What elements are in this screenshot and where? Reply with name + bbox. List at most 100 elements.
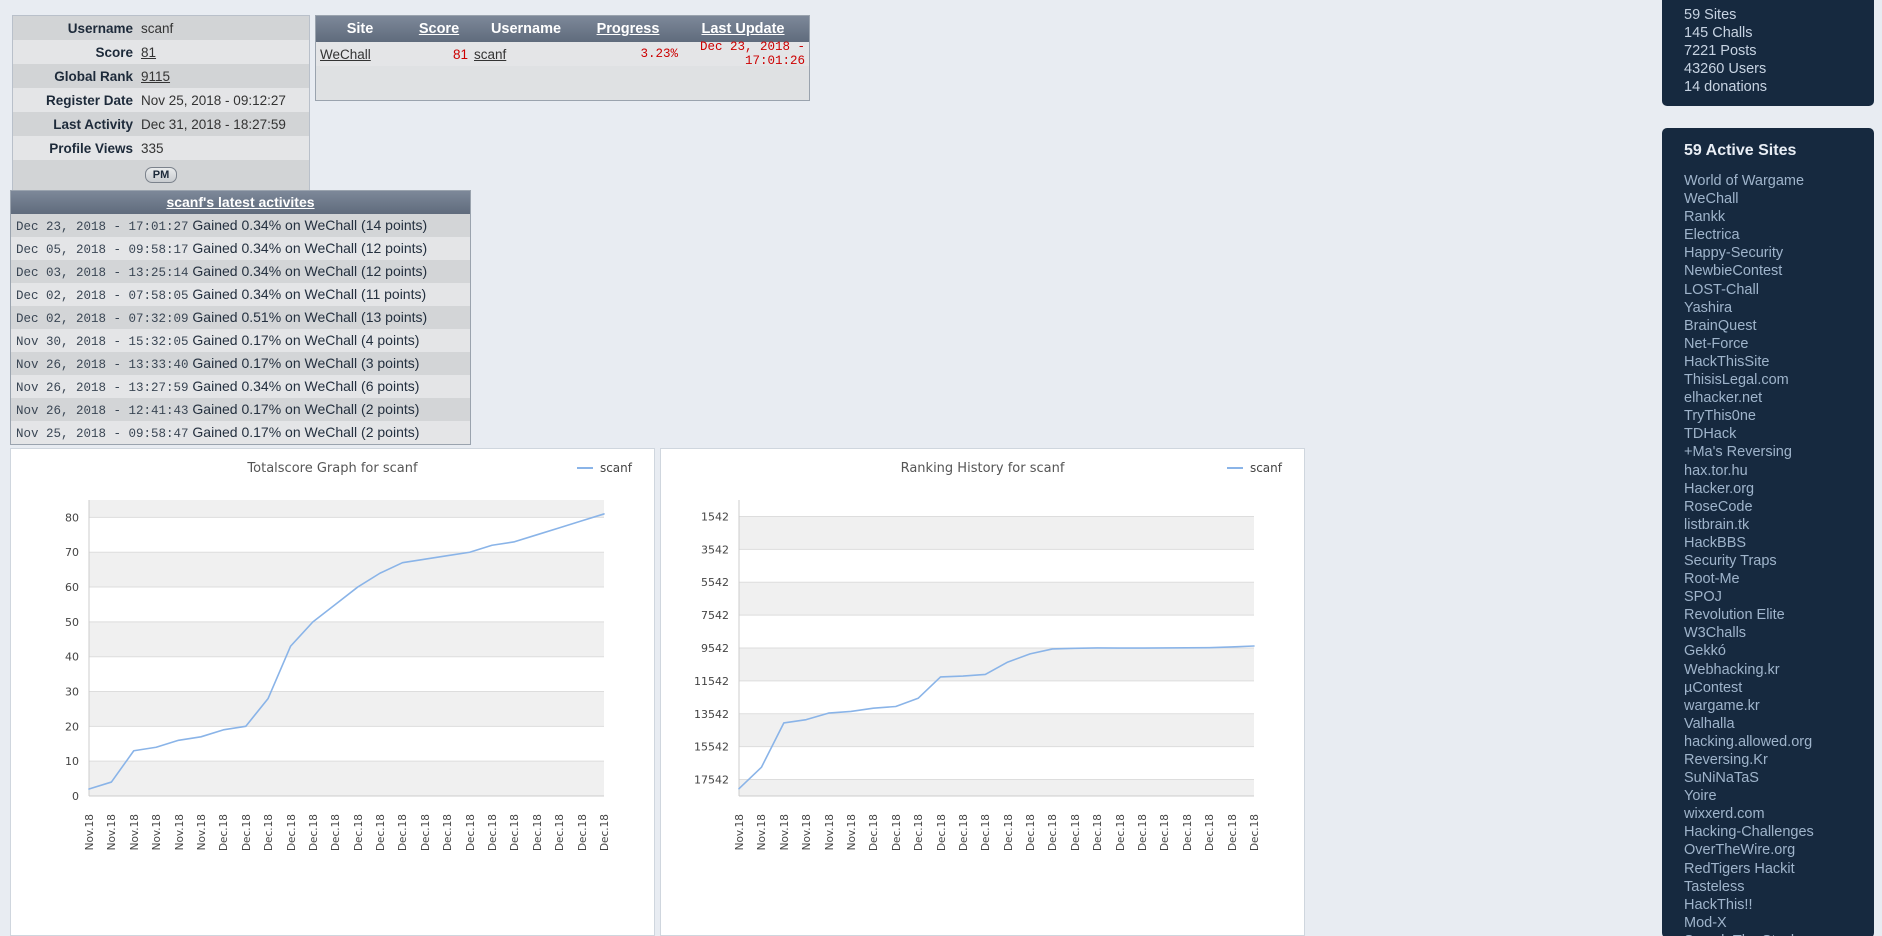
profile-info-table: Username scanf Score 81 Global Rank 9115 Regis… bbox=[12, 15, 310, 191]
sidebar-site-link[interactable]: Smash The Stack bbox=[1684, 932, 1874, 936]
sidebar-site-link[interactable]: µContest bbox=[1684, 679, 1874, 697]
sidebar-site-link[interactable]: NewbieContest bbox=[1684, 262, 1874, 280]
sidebar-site-link[interactable]: hax.tor.hu bbox=[1684, 462, 1874, 480]
sidebar-site-link[interactable]: Tasteless bbox=[1684, 878, 1874, 896]
sidebar-site-link[interactable]: Hacking-Challenges bbox=[1684, 823, 1874, 841]
x-tick-label: Dec.18 bbox=[464, 814, 477, 852]
sidebar-site-link[interactable]: OverTheWire.org bbox=[1684, 841, 1874, 859]
sidebar-site-link[interactable]: listbrain.tk bbox=[1684, 516, 1874, 534]
ranking-x-axis-labels: Nov.18 Nov.18 Nov.18 Nov.18 Nov.18 Nov.18 Dec.… bbox=[661, 812, 1304, 890]
sidebar-site-link[interactable]: wargame.kr bbox=[1684, 697, 1874, 715]
sidebar-site-link[interactable]: W3Challs bbox=[1684, 624, 1874, 642]
sidebar-site-link[interactable]: Yoire bbox=[1684, 787, 1874, 805]
profile-label: Register Date bbox=[45, 92, 133, 108]
x-tick-label: Dec.18 bbox=[487, 814, 500, 852]
cell-score: 81 bbox=[452, 46, 468, 62]
activities-title: scanf's latest activites bbox=[11, 191, 470, 214]
column-header-last-update[interactable]: Last Update bbox=[678, 21, 808, 37]
legend-line-icon bbox=[576, 467, 593, 469]
sidebar-site-link[interactable]: wixxerd.com bbox=[1684, 805, 1874, 823]
profile-row-profile-views: Profile Views 335 bbox=[13, 136, 309, 160]
cell-username[interactable]: scanf bbox=[474, 47, 578, 62]
profile-value[interactable]: 9115 bbox=[141, 69, 170, 84]
cell-site[interactable]: WeChall bbox=[316, 47, 404, 62]
activity-date: Nov 26, 2018 - 12:41:43 bbox=[16, 404, 189, 418]
svg-text:17542: 17542 bbox=[694, 774, 729, 787]
site-statistics-card: 59 Sites 145 Challs 7221 Posts 43260 Users 1… bbox=[1662, 0, 1874, 106]
activity-date: Dec 03, 2018 - 13:25:14 bbox=[16, 266, 189, 280]
x-tick-label: Dec.18 bbox=[218, 814, 231, 852]
sidebar-site-link[interactable]: Revolution Elite bbox=[1684, 606, 1874, 624]
sidebar-site-link[interactable]: HackThisSite bbox=[1684, 353, 1874, 371]
sidebar-site-link[interactable]: WeChall bbox=[1684, 190, 1874, 208]
sidebar-site-link[interactable]: SPOJ bbox=[1684, 588, 1874, 606]
x-tick-label: Nov.18 bbox=[845, 814, 858, 851]
sidebar-site-link[interactable]: Happy-Security bbox=[1684, 244, 1874, 262]
sidebar-site-link[interactable]: BrainQuest bbox=[1684, 317, 1874, 335]
column-header-username[interactable]: Username bbox=[474, 21, 578, 37]
x-tick-label: Dec.18 bbox=[980, 814, 993, 852]
sidebar-site-link[interactable]: TryThis0ne bbox=[1684, 407, 1874, 425]
sidebar-site-link[interactable]: Net-Force bbox=[1684, 335, 1874, 353]
x-tick-label: Dec.18 bbox=[1204, 814, 1217, 852]
sidebar-site-link[interactable]: elhacker.net bbox=[1684, 389, 1874, 407]
profile-row-register-date: Register Date Nov 25, 2018 - 09:12:27 bbox=[13, 88, 309, 112]
svg-text:10: 10 bbox=[65, 755, 79, 768]
x-tick-label: Dec.18 bbox=[913, 814, 926, 852]
x-tick-label: Nov.18 bbox=[151, 814, 164, 851]
x-tick-label: Dec.18 bbox=[397, 814, 410, 852]
legend-label: scanf bbox=[599, 461, 632, 475]
x-tick-label: Nov.18 bbox=[734, 814, 746, 851]
svg-text:80: 80 bbox=[65, 511, 79, 524]
profile-label: Last Activity bbox=[53, 116, 133, 132]
sidebar-site-link[interactable]: Reversing.Kr bbox=[1684, 751, 1874, 769]
sidebar-site-link[interactable]: hacking.allowed.org bbox=[1684, 733, 1874, 751]
column-header-site[interactable]: Site bbox=[316, 21, 404, 37]
sidebar-site-link[interactable]: RedTigers Hackit bbox=[1684, 860, 1874, 878]
pm-row: PM bbox=[13, 160, 309, 190]
sidebar-site-link[interactable]: HackBBS bbox=[1684, 534, 1874, 552]
sidebar-site-link[interactable]: Webhacking.kr bbox=[1684, 661, 1874, 679]
sidebar-site-link[interactable]: Rankk bbox=[1684, 208, 1874, 226]
x-tick-label: Dec.18 bbox=[1114, 814, 1127, 852]
cell-progress: 3.23% bbox=[640, 47, 678, 61]
stat-line: 14 donations bbox=[1684, 79, 1768, 95]
sidebar-site-link[interactable]: Security Traps bbox=[1684, 552, 1874, 570]
sidebar-site-link[interactable]: World of Wargame bbox=[1684, 172, 1874, 190]
activity-row: Dec 02, 2018 - 07:32:09 Gained 0.51% on … bbox=[11, 306, 470, 329]
svg-text:30: 30 bbox=[65, 686, 79, 699]
sidebar-site-link[interactable]: Root-Me bbox=[1684, 570, 1874, 588]
column-header-progress[interactable]: Progress bbox=[578, 21, 678, 37]
svg-text:0: 0 bbox=[72, 790, 79, 803]
x-tick-label: Dec.18 bbox=[1047, 814, 1060, 852]
x-tick-label: Dec.18 bbox=[285, 814, 298, 852]
x-tick-label: Dec.18 bbox=[890, 814, 903, 852]
totalscore-plot-svg: 0 10 20 30 40 50 60 70 80 bbox=[65, 500, 605, 803]
sidebar-site-link[interactable]: HackThis!! bbox=[1684, 896, 1874, 914]
sidebar-site-link[interactable]: Yashira bbox=[1684, 299, 1874, 317]
sidebar-site-link[interactable]: TDHack bbox=[1684, 425, 1874, 443]
sidebar-site-link[interactable]: Mod-X bbox=[1684, 914, 1874, 932]
x-tick-label: Dec.18 bbox=[1226, 814, 1239, 852]
totalscore-plot-area: 0 10 20 30 40 50 60 70 80 bbox=[11, 482, 654, 812]
active-sites-card: 59 Active Sites World of Wargame WeChall R… bbox=[1662, 128, 1874, 936]
activity-row: Dec 03, 2018 - 13:25:14 Gained 0.34% on … bbox=[11, 260, 470, 283]
sidebar-site-link[interactable]: +Ma's Reversing bbox=[1684, 443, 1874, 461]
x-tick-label: Dec.18 bbox=[263, 814, 276, 852]
sidebar-site-link[interactable]: Gekkó bbox=[1684, 642, 1874, 660]
send-pm-button[interactable]: PM bbox=[144, 167, 178, 183]
sidebar-site-link[interactable]: Hacker.org bbox=[1684, 480, 1874, 498]
sidebar-site-link[interactable]: ThisisLegal.com bbox=[1684, 371, 1874, 389]
sidebar-site-link[interactable]: Electrica bbox=[1684, 226, 1874, 244]
sidebar-site-link[interactable]: LOST-Chall bbox=[1684, 281, 1874, 299]
sidebar-site-link[interactable]: SuNiNaTaS bbox=[1684, 769, 1874, 787]
latest-activities-panel: scanf's latest activites Dec 23, 2018 - … bbox=[10, 190, 471, 445]
sidebar-site-link[interactable]: RoseCode bbox=[1684, 498, 1874, 516]
activity-row: Nov 26, 2018 - 13:27:59 Gained 0.34% on … bbox=[11, 375, 470, 398]
sidebar-site-link[interactable]: Valhalla bbox=[1684, 715, 1874, 733]
column-header-score[interactable]: Score bbox=[404, 21, 474, 37]
x-tick-label: Dec.18 bbox=[1137, 814, 1150, 852]
profile-value[interactable]: 81 bbox=[141, 45, 156, 60]
activity-text: Gained 0.34% on WeChall (12 points) bbox=[192, 263, 428, 279]
profile-row-username: Username scanf bbox=[13, 16, 309, 40]
